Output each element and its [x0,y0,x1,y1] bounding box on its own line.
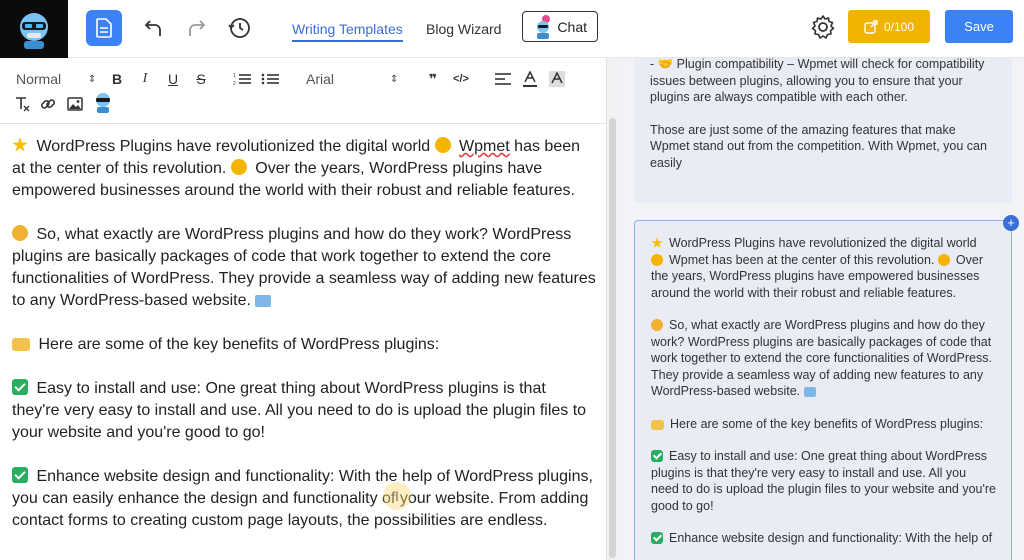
ordered-list-icon[interactable]: 12 [232,70,252,88]
card-paragraph: Here are some of the key benefits of Wor… [651,416,997,433]
text-color-icon[interactable] [521,69,539,89]
check-mark-emoji-icon [651,450,663,462]
gear-icon[interactable] [810,14,836,40]
redo-icon[interactable] [183,14,211,42]
card-paragraph: Those are just some of the amazing featu… [650,122,987,170]
align-icon[interactable] [494,70,512,88]
pointing-hand-emoji-icon [12,338,30,351]
card-paragraph: WordPress Plugins have revolutionized th… [651,236,984,300]
paragraph: Enhance website design and functionality… [12,467,593,529]
result-card[interactable]: - 🤝 Plugin compatibility – Wpmet will ch… [634,57,1012,203]
history-icon[interactable] [225,14,253,42]
chat-label: Chat [557,18,587,35]
thinking-emoji-icon [651,319,663,331]
italic-button[interactable]: I [136,70,154,88]
underline-button[interactable]: U [164,70,182,88]
bullet-list-icon[interactable] [260,70,280,88]
robot-logo-icon[interactable] [0,0,68,58]
strike-button[interactable]: S [192,70,210,88]
check-mark-emoji-icon [12,467,28,483]
link-icon[interactable] [39,95,57,113]
share-icon [864,19,878,34]
heart-eyes-emoji-icon [230,159,247,175]
chat-button[interactable]: Chat [522,11,598,42]
check-mark-emoji-icon [12,379,28,395]
result-card-selected[interactable]: WordPress Plugins have revolutionized th… [634,220,1012,560]
text-cursor-icon: I [383,482,411,510]
thinking-emoji-icon [12,225,28,241]
laptop-emoji-icon [803,387,816,397]
heart-eyes-emoji-icon [434,137,451,153]
code-button[interactable]: </> [450,70,472,88]
editor-content[interactable]: WordPress Plugins have revolutionized th… [12,136,597,554]
credits-count: 0/100 [883,19,915,34]
pointing-hand-emoji-icon [651,419,664,430]
bold-button[interactable]: B [108,70,126,88]
tab-writing-templates[interactable]: Writing Templates [292,21,403,42]
formatting-toolbar: Normal ⇕ B I U S 12 Arial ⇕ ❞ </> [0,58,606,124]
svg-text:2: 2 [233,81,236,86]
card-paragraph: - 🤝 Plugin compatibility – Wpmet will ch… [650,57,985,104]
image-icon[interactable] [66,95,84,113]
paragraph: Here are some of the key benefits of Wor… [12,334,597,356]
editor-pane: Normal ⇕ B I U S 12 Arial ⇕ ❞ </> WordPr… [0,58,606,560]
editor-scrollbar[interactable] [606,58,618,560]
select-arrows-icon: ⇕ [88,73,97,85]
card-paragraph: So, what exactly are WordPress plugins a… [651,318,992,398]
credits-button[interactable]: 0/100 [848,10,930,43]
robot-assistant-icon[interactable] [92,91,114,115]
blockquote-button[interactable]: ❞ [424,70,442,88]
paragraph: So, what exactly are WordPress plugins a… [12,225,596,309]
top-bar: Writing Templates Blog Wizard Chat 0/100… [0,0,1024,58]
undo-icon[interactable] [139,14,167,42]
heading-select[interactable]: Normal ⇕ [16,70,100,88]
document-icon [96,18,112,38]
paragraph: Easy to install and use: One great thing… [12,379,587,441]
document-button[interactable] [86,10,122,46]
card-paragraph: Easy to install and use: One great thing… [651,449,996,513]
robot-chat-icon [537,15,550,39]
clear-format-icon[interactable] [13,95,31,113]
font-select[interactable]: Arial ⇕ [306,70,402,88]
star-emoji-icon [651,237,663,248]
check-mark-emoji-icon [651,532,663,544]
paragraph: WordPress Plugins have revolutionized th… [12,137,581,199]
svg-text:1: 1 [233,73,236,79]
card-paragraph: Enhance website design and functionality… [651,530,997,547]
tab-blog-wizard[interactable]: Blog Wizard [426,21,501,37]
scrollbar-thumb[interactable] [609,118,616,558]
plus-icon[interactable]: + [1003,215,1019,231]
highlight-icon[interactable] [548,69,566,89]
results-panel: - 🤝 Plugin compatibility – Wpmet will ch… [618,57,1024,560]
select-arrows-icon: ⇕ [390,73,399,85]
laptop-emoji-icon [255,295,272,307]
heart-eyes-emoji-icon [651,253,663,266]
save-button[interactable]: Save [945,10,1013,43]
heading-select-value: Normal [16,71,62,87]
misspelled-word: Wpmet [459,138,510,155]
heart-eyes-emoji-icon [937,253,950,266]
font-select-value: Arial [306,71,335,87]
star-emoji-icon [12,137,28,152]
